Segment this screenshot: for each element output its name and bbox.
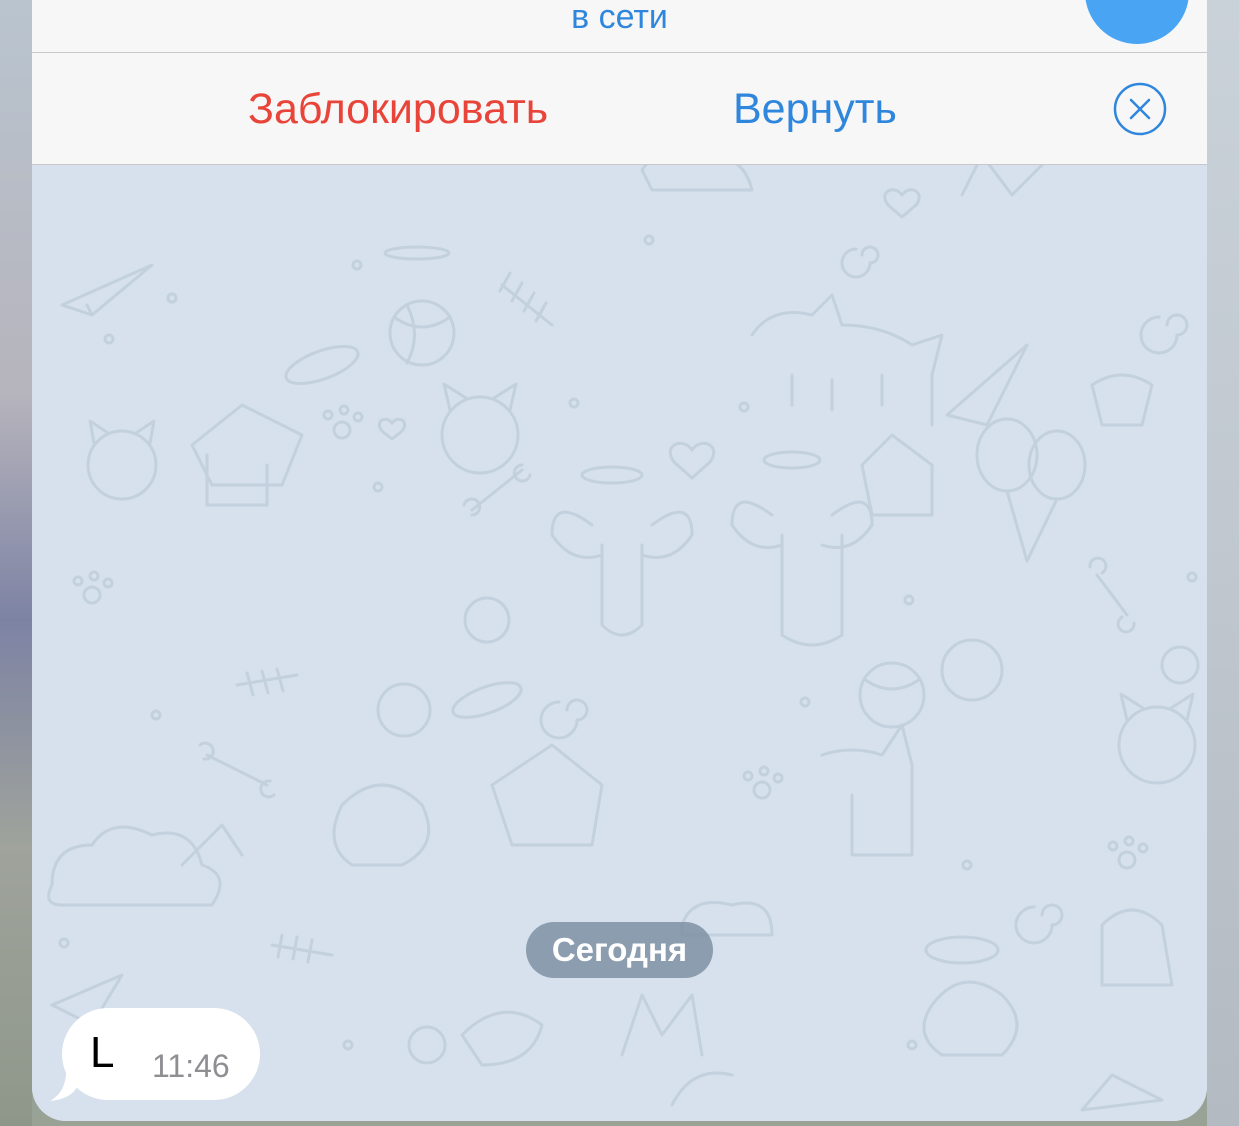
message-bubble[interactable]: L 11:46 xyxy=(62,1008,260,1100)
avatar[interactable] xyxy=(1085,0,1189,44)
message-time: 11:46 xyxy=(152,1048,230,1084)
chat-area[interactable]: Сегодня L 11:46 xyxy=(32,165,1207,1121)
return-button[interactable]: Вернуть xyxy=(733,85,897,133)
chat-window: в сети Заблокировать Вернуть Сегодня L 1… xyxy=(32,0,1207,1121)
close-icon[interactable] xyxy=(1113,82,1167,136)
message-text: L xyxy=(90,1028,115,1077)
background-left-edge xyxy=(0,0,32,1126)
block-button[interactable]: Заблокировать xyxy=(248,85,548,133)
background-right-edge xyxy=(1207,0,1239,1126)
navigation-bar: в сети xyxy=(32,0,1207,53)
date-separator: Сегодня xyxy=(526,922,713,978)
online-status: в сети xyxy=(571,0,668,36)
spam-action-bar: Заблокировать Вернуть xyxy=(32,53,1207,165)
